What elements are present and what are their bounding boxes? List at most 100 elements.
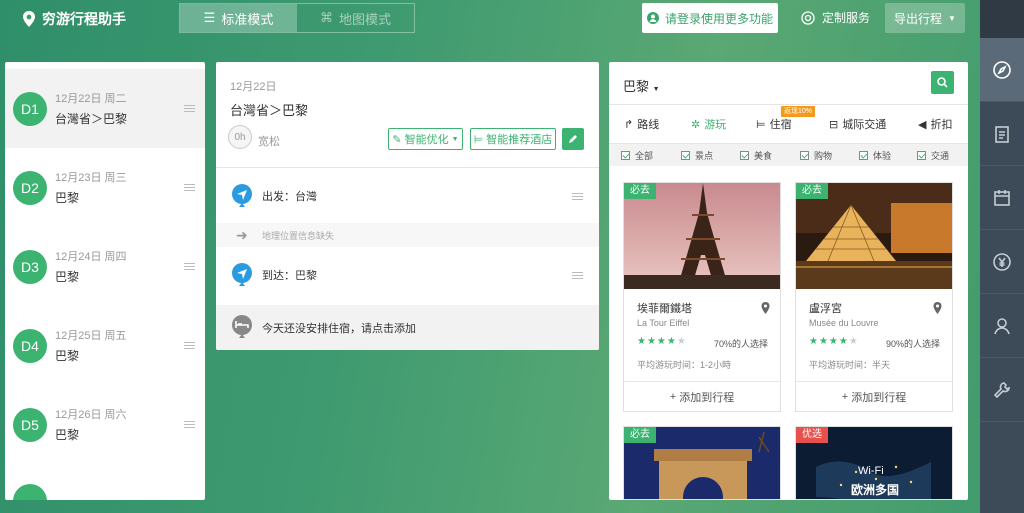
poi-card[interactable]: 优选 Wi-Fi 欧洲多国 [795,426,953,500]
cashback-badge: 返现10% [781,106,816,117]
day-item[interactable]: D4 12月25日 周五 巴黎 [5,306,205,385]
day-item[interactable]: D5 12月26日 周六 巴黎 [5,385,205,464]
poi-card[interactable]: 必去 [623,426,781,500]
recommend-hotel-label: 智能推荐酒店 [486,134,553,146]
category-filters: 全部 景点 美食 购物 体验 交通 [609,144,968,166]
clipboard-icon [995,125,1009,143]
edit-button[interactable] [562,128,584,150]
map-pin-icon[interactable] [933,302,942,314]
nav-item-overview[interactable] [980,38,1024,102]
mode-standard[interactable]: ☰ 标准模式 [180,4,297,32]
transit-icon: ⊟ [829,118,839,131]
drag-handle-icon[interactable] [184,421,195,428]
day-date: 12月24日 周四 [55,251,127,263]
login-button[interactable]: 请登录使用更多功能 [642,3,778,33]
day-date: 12月26日 周六 [55,409,127,421]
add-to-trip-button[interactable]: + 添加到行程 [624,381,780,411]
arrival-item[interactable]: 到达：巴黎 [216,255,599,295]
tab-label: 折扣 [930,119,953,131]
day-badge-partial [13,484,47,500]
tab-label: 路线 [637,119,660,131]
custom-service-label: 定制服务 [822,11,871,25]
headset-icon [801,10,815,25]
add-to-trip-label: 添加到行程 [679,391,735,404]
day-list: D1 12月22日 周二 台灣省＞巴黎 D2 12月23日 周三 巴黎 D3 12月… [5,62,205,500]
export-button[interactable]: 导出行程 ▼ [885,3,965,33]
drag-handle-icon[interactable] [572,192,583,200]
caret-down-icon: ▼ [948,13,956,23]
poi-image: 必去 [796,183,952,289]
day-item[interactable]: D3 12月24日 周四 巴黎 [5,227,205,306]
filter-experience[interactable]: 体验 [859,149,891,162]
right-sidebar-top [980,0,1024,38]
filter-all[interactable]: 全部 [621,149,653,162]
bed-icon: ⊨ [756,118,766,131]
tab-transit[interactable]: ⊟ 城际交通 [829,116,886,132]
nav-item-budget[interactable] [980,230,1024,294]
tab-route[interactable]: ↱ 路线 [624,116,659,132]
filter-shopping[interactable]: 购物 [800,149,832,162]
day-badge: D2 [13,170,47,205]
mode-standard-label: 标准模式 [221,11,274,27]
poi-card[interactable]: 必去 埃菲爾鐵塔 La Tour Eiffel ★★★★★ 70%的人选择 平均… [623,182,781,412]
tab-hotel[interactable]: ⊨ 住宿 [756,116,792,132]
day-item[interactable]: D2 12月23日 周三 巴黎 [5,148,205,227]
europe-overlay-text: 欧洲多国 [851,483,900,497]
caret-down-icon: ▼ [652,86,660,93]
poi-image: 必去 [624,427,780,499]
app-logo[interactable]: 穷游行程助手 [22,9,126,29]
day-item[interactable]: D1 12月22日 周二 台灣省＞巴黎 [5,69,205,148]
map-pin-icon[interactable] [761,302,770,314]
city-selector[interactable]: 巴黎 ▼ [623,76,660,95]
mode-map-label: 地图模式 [338,11,391,27]
avg-visit-time: 平均游玩时间：半天 [809,360,891,370]
pencil-icon [569,135,577,143]
plane-pin-icon [232,263,252,286]
checkbox-icon [859,150,868,160]
tab-play[interactable]: ✲ 游玩 [691,116,726,132]
departure-text: 出发：台灣 [262,191,317,203]
plus-icon: + [841,390,849,403]
poi-name: 埃菲爾鐵塔 [637,303,692,315]
day-date: 12月22日 周二 [55,93,127,105]
drag-handle-icon[interactable] [184,105,195,112]
nav-item-calendar[interactable] [980,166,1024,230]
day-detail: 12月22日 台灣省＞巴黎 0h 宽松 ✎ 智能优化 ▼ ⊨ 智能推荐酒店 出发… [216,62,599,350]
drag-handle-icon[interactable] [184,342,195,349]
add-hotel-text: 今天还没安排住宿，请点击添加 [262,322,416,335]
app-title: 穷游行程助手 [42,11,126,27]
detail-date: 12月22日 [230,81,277,93]
transport-missing-row[interactable]: ➜ 地理位置信息缺失 [216,223,599,247]
nav-item-tools[interactable] [980,358,1024,422]
nav-item-companions[interactable] [980,294,1024,358]
must-go-tag: 必去 [624,427,656,443]
filter-food[interactable]: 美食 [740,149,772,162]
filter-label: 体验 [873,150,892,161]
smart-optimize-label: 智能优化 [404,134,449,146]
wifi-overlay-text: Wi-Fi [858,465,884,477]
departure-item[interactable]: 出发：台灣 [216,176,599,216]
must-go-tag: 必去 [796,183,828,199]
yen-icon [993,252,1011,271]
smart-optimize-button[interactable]: ✎ 智能优化 ▼ [388,128,463,150]
mode-map[interactable]: ⌘ 地图模式 [297,4,414,32]
drag-handle-icon[interactable] [572,271,583,279]
day-detail-header: 12月22日 台灣省＞巴黎 0h 宽松 ✎ 智能优化 ▼ ⊨ 智能推荐酒店 [216,62,599,168]
drag-handle-icon[interactable] [184,184,195,191]
search-button[interactable] [931,71,954,94]
filter-transport[interactable]: 交通 [917,149,949,162]
nav-item-notes[interactable] [980,102,1024,166]
filter-sights[interactable]: 景点 [681,149,713,162]
arrow-right-icon: ➜ [236,226,248,243]
poi-card[interactable]: 必去 盧浮宮 Musée du Louvre ★★★★★ 90%的人选择 平均游… [795,182,953,412]
choice-percent: 70%的人选择 [713,339,768,349]
add-to-trip-button[interactable]: + 添加到行程 [796,381,952,411]
recommend-hotel-button[interactable]: ⊨ 智能推荐酒店 [470,128,556,150]
view-mode-switch: ☰ 标准模式 ⌘ 地图模式 [179,3,415,33]
time-badge: 0h [228,125,252,149]
tab-discount[interactable]: ◀ 折扣 [918,116,952,132]
drag-handle-icon[interactable] [184,263,195,270]
custom-service-link[interactable]: 定制服务 [800,9,870,26]
add-hotel-row[interactable]: 今天还没安排住宿，请点击添加 [216,305,599,350]
login-label: 请登录使用更多功能 [664,11,773,26]
